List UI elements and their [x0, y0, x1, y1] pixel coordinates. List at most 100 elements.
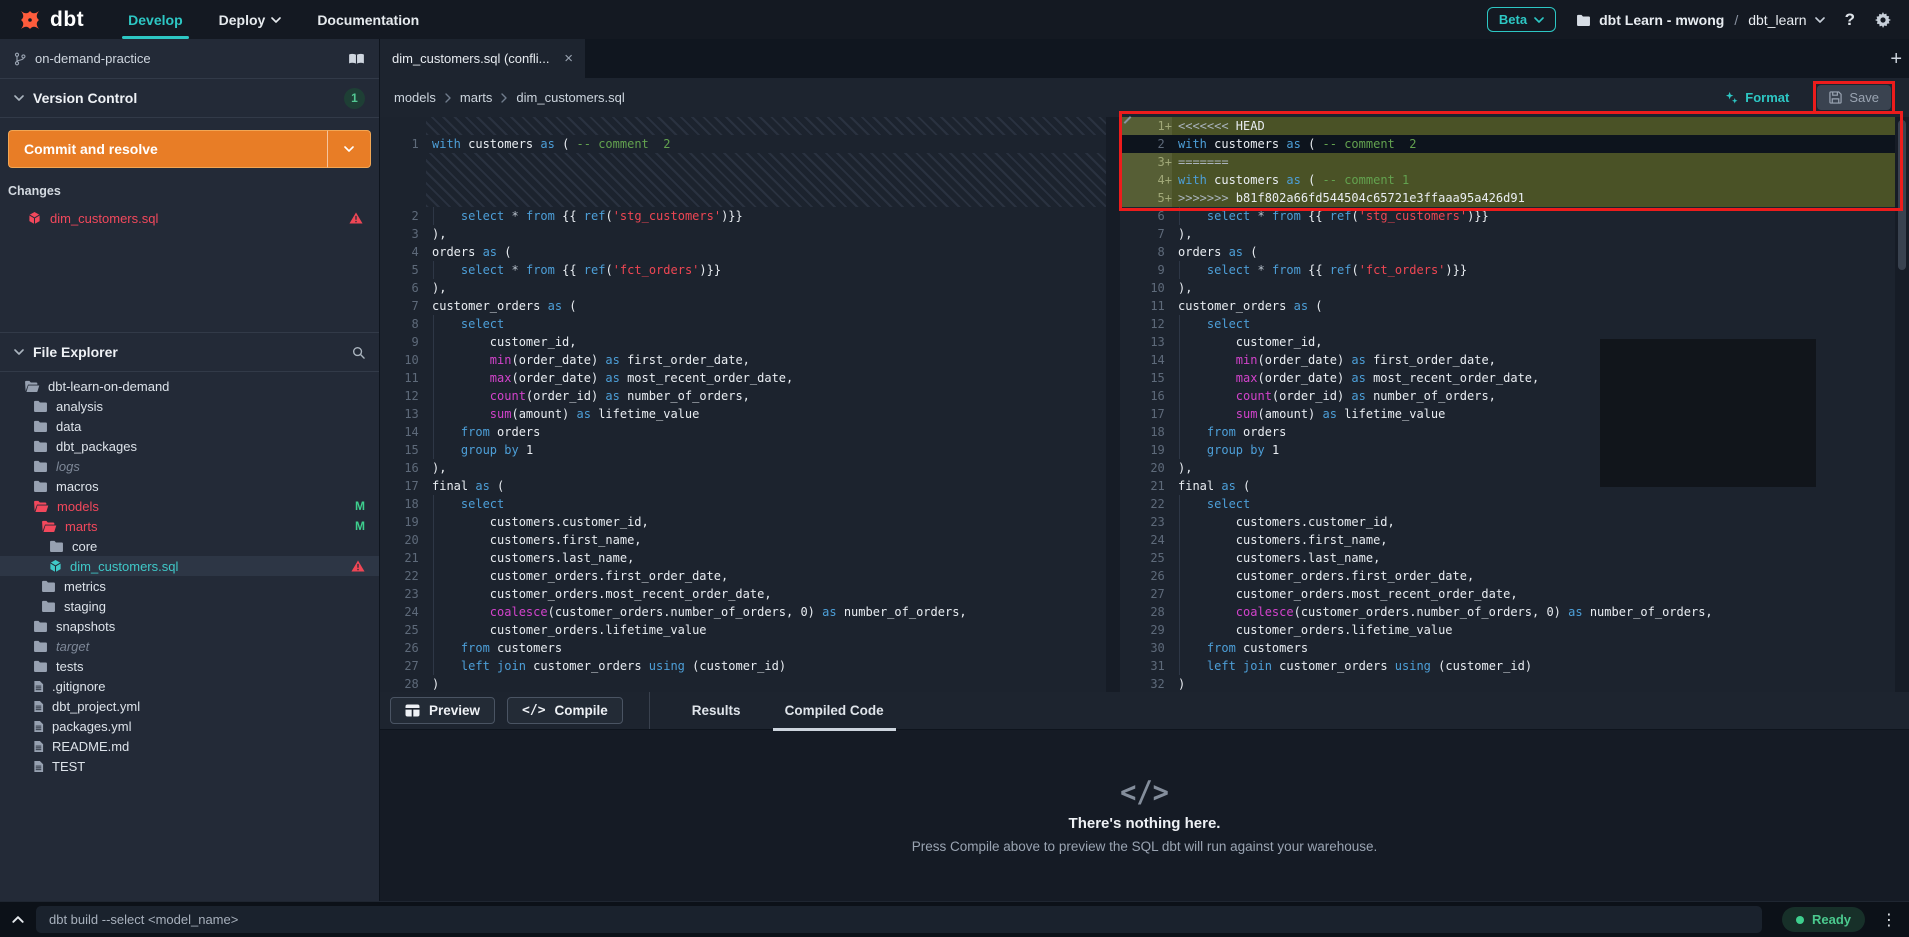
editor-scrollbar[interactable]: [1895, 117, 1909, 692]
tree-item-.gitignore[interactable]: .gitignore: [0, 676, 379, 696]
tree-item-snapshots[interactable]: snapshots: [0, 616, 379, 636]
tab-results[interactable]: Results: [676, 692, 757, 730]
tree-item-models[interactable]: modelsM: [0, 496, 379, 516]
line-number: 14: [1120, 351, 1172, 369]
code-line-25: 25 customer_orders.lifetime_value: [380, 621, 1106, 639]
tab-dim-customers[interactable]: dim_customers.sql (confli... ×: [380, 39, 585, 78]
tree-item-logs[interactable]: logs: [0, 456, 379, 476]
changes-count-badge: 1: [344, 88, 365, 109]
diff-placeholder: [380, 153, 1106, 207]
settings-gear-icon[interactable]: [1875, 12, 1891, 28]
tree-item-dbt_project.yml[interactable]: dbt_project.yml: [0, 696, 379, 716]
save-label: Save: [1849, 90, 1879, 105]
line-number: 28: [1120, 603, 1172, 621]
line-number: 18: [1120, 423, 1172, 441]
preview-button[interactable]: Preview: [390, 697, 495, 724]
tree-item-label: metrics: [64, 579, 106, 594]
code-line-6: 6 ),: [380, 279, 1106, 297]
tree-item-marts[interactable]: martsM: [0, 516, 379, 536]
dbt-command-input[interactable]: dbt build --select <model_name>: [36, 906, 1762, 933]
tree-item-analysis[interactable]: analysis: [0, 396, 379, 416]
folder-open-icon: [33, 500, 49, 512]
version-control-header[interactable]: Version Control 1: [0, 79, 379, 118]
scrollbar-thumb[interactable]: [1898, 120, 1906, 270]
new-tab-button[interactable]: +: [1890, 48, 1902, 71]
compile-button[interactable]: </> Compile: [507, 697, 623, 724]
code-line-4: 4+with customers as ( -- comment 1: [1120, 171, 1895, 189]
file-explorer-header[interactable]: File Explorer: [0, 332, 379, 372]
folder-icon: [41, 580, 56, 592]
code-line-21: 21 customers.last_name,: [380, 549, 1106, 567]
status-dot-icon: [1796, 916, 1804, 924]
line-number: 3+: [1120, 153, 1172, 171]
line-number: 23: [380, 585, 426, 603]
code-icon: </>: [522, 703, 545, 718]
folder-icon: [33, 420, 48, 432]
line-number: 16: [380, 459, 426, 477]
nav-deploy[interactable]: Deploy: [219, 0, 282, 39]
tree-item-dim_customers.sql[interactable]: dim_customers.sql: [0, 556, 379, 576]
git-branch-selector[interactable]: on-demand-practice: [0, 39, 379, 79]
docs-book-icon[interactable]: [348, 53, 365, 65]
beta-label: Beta: [1499, 12, 1527, 27]
left-pane-scrollbar[interactable]: [1106, 117, 1120, 692]
changed-file-dim-customers[interactable]: dim_customers.sql: [0, 206, 379, 230]
line-number: 24: [380, 603, 426, 621]
code-line-12: 12 select: [1120, 315, 1895, 333]
code-line-6: 6 select * from {{ ref('stg_customers')}…: [1120, 207, 1895, 225]
nav-develop[interactable]: Develop: [128, 0, 182, 39]
search-icon[interactable]: [352, 346, 365, 359]
tree-item-target[interactable]: target: [0, 636, 379, 656]
code-line-8: 8 orders as (: [1120, 243, 1895, 261]
line-number: 17: [380, 477, 426, 495]
tree-item-label: .gitignore: [52, 679, 105, 694]
help-button[interactable]: ?: [1845, 10, 1855, 30]
command-bar: dbt build --select <model_name> Ready ⋮: [0, 901, 1909, 937]
tree-item-macros[interactable]: macros: [0, 476, 379, 496]
save-button[interactable]: Save: [1817, 85, 1891, 110]
tree-item-label: macros: [56, 479, 99, 494]
code-line-31: 31 left join customer_orders using (cust…: [1120, 657, 1895, 675]
tree-item-tests[interactable]: tests: [0, 656, 379, 676]
tree-item-packages.yml[interactable]: packages.yml: [0, 716, 379, 736]
tree-item-label: snapshots: [56, 619, 115, 634]
tree-item-label: TEST: [52, 759, 85, 774]
tree-item-core[interactable]: core: [0, 536, 379, 556]
code-line-30: 30 from customers: [1120, 639, 1895, 657]
code-line-9: 9 select * from {{ ref('fct_orders')}}: [1120, 261, 1895, 279]
diff-placeholder: [380, 117, 1106, 135]
code-icon: </>: [1120, 775, 1169, 809]
editor-pane-current[interactable]: 1 with customers as ( -- comment 2 2 sel…: [380, 117, 1106, 692]
brand-name: dbt: [50, 8, 84, 32]
chevron-up-icon[interactable]: [12, 916, 24, 923]
tree-item-README.md[interactable]: README.md: [0, 736, 379, 756]
line-number: 13: [380, 405, 426, 423]
tree-item-dbt_packages[interactable]: dbt_packages: [0, 436, 379, 456]
code-line-24: 24 coalesce(customer_orders.number_of_or…: [380, 603, 1106, 621]
dbt-logo-icon[interactable]: [18, 8, 42, 32]
tree-item-metrics[interactable]: metrics: [0, 576, 379, 596]
nav-documentation[interactable]: Documentation: [317, 0, 419, 39]
beta-dropdown[interactable]: Beta: [1487, 7, 1556, 32]
line-number: 9: [1120, 261, 1172, 279]
tree-item-data[interactable]: data: [0, 416, 379, 436]
tree-item-dbt-learn-on-demand[interactable]: dbt-learn-on-demand: [0, 376, 379, 396]
code-line-16: 16 ),: [380, 459, 1106, 477]
tab-compiled-code[interactable]: Compiled Code: [769, 692, 900, 730]
empty-state: </> There's nothing here. Press Compile …: [380, 730, 1909, 901]
line-number: 23: [1120, 513, 1172, 531]
commit-options-chevron[interactable]: [327, 130, 371, 168]
account-project-selector[interactable]: dbt Learn - mwong / dbt_learn: [1576, 12, 1825, 28]
tree-item-TEST[interactable]: TEST: [0, 756, 379, 776]
format-button[interactable]: Format: [1725, 90, 1789, 105]
conflict-warning-icon: [349, 212, 363, 224]
chevron-down-icon: [1534, 17, 1544, 23]
line-number: 27: [380, 657, 426, 675]
kebab-menu-icon[interactable]: ⋮: [1881, 910, 1897, 929]
ready-label: Ready: [1812, 912, 1851, 927]
commit-and-resolve-button[interactable]: Commit and resolve: [8, 130, 327, 168]
line-number: 14: [380, 423, 426, 441]
breadcrumb-item-dim_customers.sql: dim_customers.sql: [516, 90, 624, 105]
tree-item-staging[interactable]: staging: [0, 596, 379, 616]
close-icon[interactable]: ×: [564, 50, 573, 67]
